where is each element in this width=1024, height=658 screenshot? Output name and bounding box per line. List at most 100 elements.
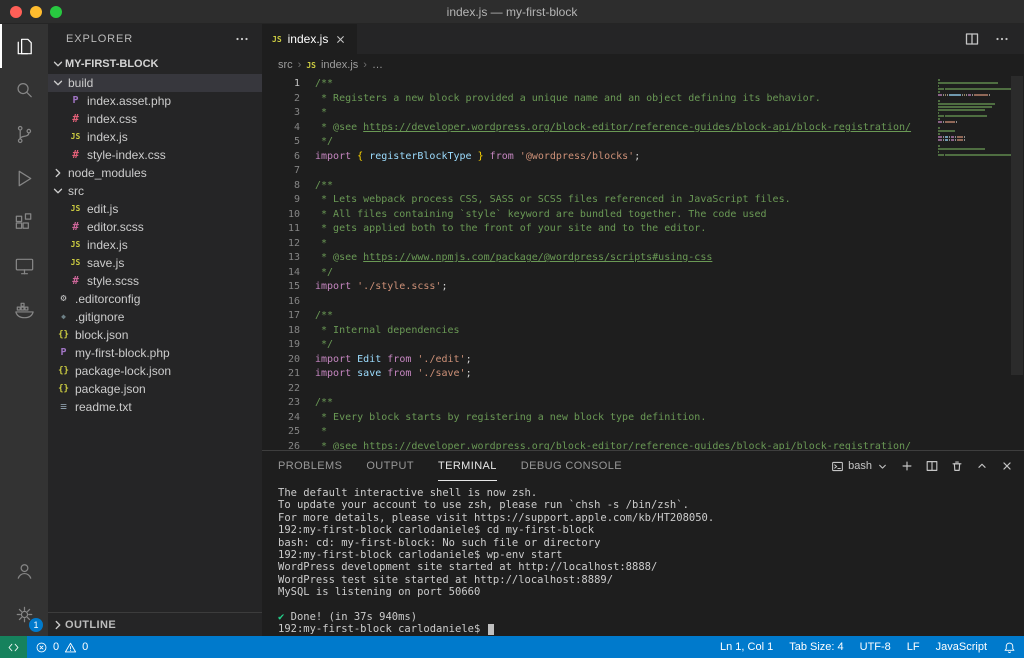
new-terminal-icon[interactable] bbox=[900, 459, 914, 473]
language-mode[interactable]: JavaScript bbox=[928, 636, 995, 658]
more-actions-icon[interactable] bbox=[994, 31, 1010, 47]
breadcrumb-folder[interactable]: src bbox=[278, 59, 293, 71]
panel-tabs: PROBLEMS OUTPUT TERMINAL DEBUG CONSOLE bbox=[278, 451, 646, 481]
chevron-down-icon bbox=[876, 460, 889, 473]
cursor-position[interactable]: Ln 1, Col 1 bbox=[712, 636, 781, 658]
tree-file-my-first-block.php[interactable]: Pmy-first-block.php bbox=[48, 344, 262, 362]
terminal-line: bash: cd: my-first-block: No such file o… bbox=[278, 537, 1024, 549]
code-line: 24 * Every block starts by registering a… bbox=[262, 411, 1024, 426]
breadcrumb-more[interactable]: … bbox=[372, 59, 383, 71]
terminal-line: 192:my-first-block carlodaniele$ cd my-f… bbox=[278, 524, 1024, 536]
tree-folder-src[interactable]: src bbox=[48, 182, 262, 200]
tree-file-block.json[interactable]: {}block.json bbox=[48, 326, 262, 344]
explorer-sidebar: EXPLORER MY-FIRST-BLOCK buildPindex.asse… bbox=[48, 24, 262, 636]
extensions-icon[interactable] bbox=[0, 200, 48, 244]
tree-file-.editorconfig[interactable]: ⚙.editorconfig bbox=[48, 290, 262, 308]
split-terminal-icon[interactable] bbox=[925, 459, 939, 473]
tab-label: index.js bbox=[288, 32, 329, 46]
terminal-line: ✔ Done! (in 37s 940ms) bbox=[278, 611, 1024, 623]
tree-file-readme.txt[interactable]: ≡readme.txt bbox=[48, 398, 262, 416]
shell-selector[interactable]: bash bbox=[831, 460, 889, 473]
scss-file-icon: # bbox=[68, 274, 83, 288]
line-text: */ bbox=[315, 266, 333, 281]
tree-file-index.asset.php[interactable]: Pindex.asset.php bbox=[48, 92, 262, 110]
code-lines[interactable]: 1/**2 * Registers a new block provided a… bbox=[262, 76, 1024, 450]
root-folder-row[interactable]: MY-FIRST-BLOCK bbox=[48, 54, 262, 74]
terminal-line: To update your account to use zsh, pleas… bbox=[278, 499, 1024, 511]
tree-file-index.css[interactable]: #index.css bbox=[48, 110, 262, 128]
remote-explorer-icon[interactable] bbox=[0, 244, 48, 288]
code-line: 5 */ bbox=[262, 135, 1024, 150]
tab-close-icon[interactable] bbox=[334, 33, 347, 46]
tree-file-index.js[interactable]: JSindex.js bbox=[48, 236, 262, 254]
tree-file-.gitignore[interactable]: ◆.gitignore bbox=[48, 308, 262, 326]
zoom-window-button[interactable] bbox=[50, 6, 62, 18]
explorer-more-actions-icon[interactable] bbox=[234, 31, 250, 47]
close-window-button[interactable] bbox=[10, 6, 22, 18]
tree-file-package.json[interactable]: {}package.json bbox=[48, 380, 262, 398]
tree-folder-node_modules[interactable]: node_modules bbox=[48, 164, 262, 182]
tree-item-label: my-first-block.php bbox=[75, 346, 170, 360]
line-number: 20 bbox=[262, 353, 300, 368]
tree-item-label: editor.scss bbox=[87, 220, 144, 234]
line-number: 18 bbox=[262, 324, 300, 339]
status-bar: 0 0 Ln 1, Col 1 Tab Size: 4 UTF-8 LF Jav… bbox=[0, 636, 1024, 658]
terminal-output[interactable]: The default interactive shell is now zsh… bbox=[262, 481, 1024, 636]
panel-tab-problems[interactable]: PROBLEMS bbox=[278, 451, 342, 481]
terminal-line: WordPress test site started at http://lo… bbox=[278, 574, 1024, 586]
problems-status[interactable]: 0 0 bbox=[27, 636, 96, 658]
tree-file-edit.js[interactable]: JSedit.js bbox=[48, 200, 262, 218]
end-of-line-setting[interactable]: LF bbox=[899, 636, 928, 658]
panel-tab-debug-console[interactable]: DEBUG CONSOLE bbox=[521, 451, 622, 481]
chevron-down-icon bbox=[51, 184, 65, 198]
minimap[interactable] bbox=[936, 76, 1010, 160]
close-panel-icon[interactable] bbox=[1000, 459, 1014, 473]
tree-item-label: readme.txt bbox=[75, 400, 132, 414]
line-text: * bbox=[315, 106, 327, 121]
tree-file-style.scss[interactable]: #style.scss bbox=[48, 272, 262, 290]
indentation-setting[interactable]: Tab Size: 4 bbox=[781, 636, 851, 658]
file-tree: buildPindex.asset.php#index.cssJSindex.j… bbox=[48, 74, 262, 612]
maximize-panel-icon[interactable] bbox=[975, 459, 989, 473]
tree-file-style-index.css[interactable]: #style-index.css bbox=[48, 146, 262, 164]
settings-gear-icon[interactable]: 1 bbox=[0, 592, 48, 636]
php-file-icon: P bbox=[56, 346, 71, 360]
tree-file-package-lock.json[interactable]: {}package-lock.json bbox=[48, 362, 262, 380]
panel-tab-terminal[interactable]: TERMINAL bbox=[438, 451, 497, 481]
tree-item-label: node_modules bbox=[68, 166, 147, 180]
explorer-icon[interactable] bbox=[0, 24, 48, 68]
scrollbar-thumb[interactable] bbox=[1011, 76, 1023, 375]
json-file-icon: {} bbox=[56, 328, 71, 342]
notifications-bell-icon[interactable] bbox=[995, 636, 1024, 658]
run-and-debug-icon[interactable] bbox=[0, 156, 48, 200]
remote-indicator[interactable] bbox=[0, 636, 27, 658]
tree-folder-build[interactable]: build bbox=[48, 74, 262, 92]
tree-file-editor.scss[interactable]: #editor.scss bbox=[48, 218, 262, 236]
minimize-window-button[interactable] bbox=[30, 6, 42, 18]
breadcrumb-separator: › bbox=[298, 59, 302, 71]
editor-scrollbar[interactable] bbox=[1010, 76, 1024, 450]
code-line: 14 */ bbox=[262, 266, 1024, 281]
panel-tab-output[interactable]: OUTPUT bbox=[366, 451, 414, 481]
breadcrumb-file[interactable]: index.js bbox=[321, 59, 358, 71]
split-editor-icon[interactable] bbox=[964, 31, 980, 47]
tree-file-index.js[interactable]: JSindex.js bbox=[48, 128, 262, 146]
tree-file-save.js[interactable]: JSsave.js bbox=[48, 254, 262, 272]
line-text: * @see https://www.npmjs.com/package/@wo… bbox=[315, 251, 712, 266]
terminal-line: WordPress development site started at ht… bbox=[278, 561, 1024, 573]
tab-index-js[interactable]: JS index.js bbox=[262, 24, 357, 54]
file-encoding[interactable]: UTF-8 bbox=[852, 636, 899, 658]
kill-terminal-trash-icon[interactable] bbox=[950, 459, 964, 473]
code-line: 23/** bbox=[262, 396, 1024, 411]
php-file-icon: P bbox=[68, 94, 83, 108]
source-control-icon[interactable] bbox=[0, 112, 48, 156]
outline-section[interactable]: OUTLINE bbox=[48, 612, 262, 636]
tree-item-label: package.json bbox=[75, 382, 146, 396]
accounts-icon[interactable] bbox=[0, 548, 48, 592]
js-file-icon: JS bbox=[68, 238, 83, 252]
docker-icon[interactable] bbox=[0, 288, 48, 332]
gear-file-icon: ⚙ bbox=[56, 292, 71, 306]
workbench: 1 EXPLORER MY-FIRST-BLOCK buildPindex.as… bbox=[0, 24, 1024, 636]
js-file-icon: JS bbox=[306, 61, 316, 70]
search-icon[interactable] bbox=[0, 68, 48, 112]
